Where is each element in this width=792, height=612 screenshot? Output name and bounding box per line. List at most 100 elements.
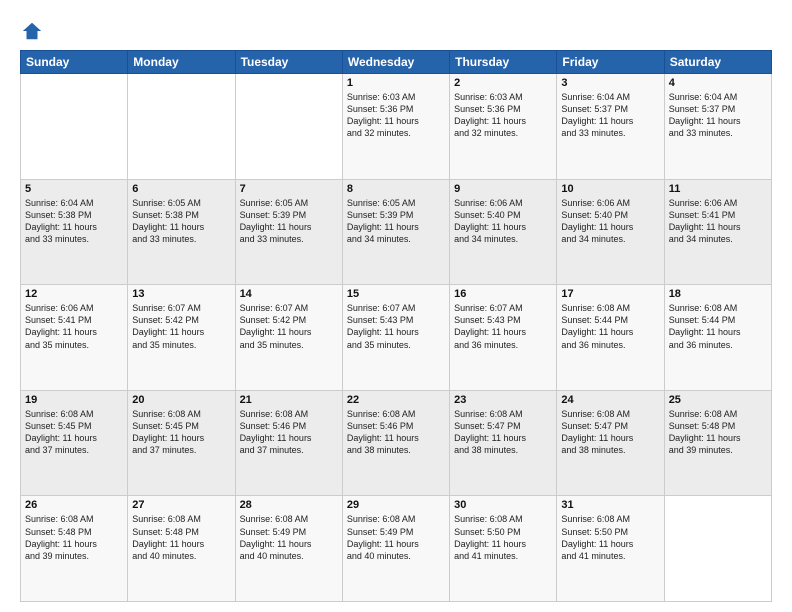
day-info: Sunrise: 6:05 AM Sunset: 5:38 PM Dayligh… — [132, 197, 230, 246]
day-info: Sunrise: 6:08 AM Sunset: 5:49 PM Dayligh… — [240, 513, 338, 562]
day-number: 14 — [240, 288, 338, 300]
calendar-day-cell: 12 Sunrise: 6:06 AM Sunset: 5:41 PM Dayli… — [21, 285, 128, 391]
calendar-day-cell — [664, 496, 771, 602]
day-number: 26 — [25, 499, 123, 511]
day-info: Sunrise: 6:03 AM Sunset: 5:36 PM Dayligh… — [347, 91, 445, 140]
calendar-day-cell: 16 Sunrise: 6:07 AM Sunset: 5:43 PM Dayli… — [450, 285, 557, 391]
calendar-day-cell — [128, 74, 235, 180]
day-number: 31 — [561, 499, 659, 511]
calendar-day-cell: 20 Sunrise: 6:08 AM Sunset: 5:45 PM Dayli… — [128, 390, 235, 496]
calendar-day-cell: 23 Sunrise: 6:08 AM Sunset: 5:47 PM Dayli… — [450, 390, 557, 496]
calendar-day-cell: 25 Sunrise: 6:08 AM Sunset: 5:48 PM Dayli… — [664, 390, 771, 496]
day-number: 17 — [561, 288, 659, 300]
calendar-day-cell: 2 Sunrise: 6:03 AM Sunset: 5:36 PM Daylig… — [450, 74, 557, 180]
calendar-day-cell: 30 Sunrise: 6:08 AM Sunset: 5:50 PM Dayli… — [450, 496, 557, 602]
calendar-day-cell: 27 Sunrise: 6:08 AM Sunset: 5:48 PM Dayli… — [128, 496, 235, 602]
calendar-day-cell: 21Sunrise: 6:08 AM Sunset: 5:46 PM Dayli… — [235, 390, 342, 496]
day-info: Sunrise: 6:06 AM Sunset: 5:40 PM Dayligh… — [454, 197, 552, 246]
calendar-day-cell: 29Sunrise: 6:08 AM Sunset: 5:49 PM Dayli… — [342, 496, 449, 602]
calendar-header-cell: Wednesday — [342, 51, 449, 74]
day-number: 8 — [347, 183, 445, 195]
day-info: Sunrise: 6:04 AM Sunset: 5:37 PM Dayligh… — [669, 91, 767, 140]
day-number: 15 — [347, 288, 445, 300]
day-info: Sunrise: 6:08 AM Sunset: 5:48 PM Dayligh… — [669, 408, 767, 457]
calendar-header-cell: Sunday — [21, 51, 128, 74]
calendar-header-cell: Tuesday — [235, 51, 342, 74]
day-number: 13 — [132, 288, 230, 300]
calendar-day-cell: 7 Sunrise: 6:05 AM Sunset: 5:39 PM Daylig… — [235, 179, 342, 285]
day-number: 12 — [25, 288, 123, 300]
day-number: 5 — [25, 183, 123, 195]
page: SundayMondayTuesdayWednesdayThursdayFrid… — [0, 0, 792, 612]
day-info: Sunrise: 6:07 AM Sunset: 5:42 PM Dayligh… — [240, 302, 338, 351]
calendar-day-cell: 9Sunrise: 6:06 AM Sunset: 5:40 PM Daylig… — [450, 179, 557, 285]
calendar-day-cell — [235, 74, 342, 180]
calendar-day-cell: 24Sunrise: 6:08 AM Sunset: 5:47 PM Dayli… — [557, 390, 664, 496]
day-info: Sunrise: 6:08 AM Sunset: 5:45 PM Dayligh… — [25, 408, 123, 457]
calendar-day-cell: 10Sunrise: 6:06 AM Sunset: 5:40 PM Dayli… — [557, 179, 664, 285]
day-number: 11 — [669, 183, 767, 195]
calendar-day-cell: 4 Sunrise: 6:04 AM Sunset: 5:37 PM Daylig… — [664, 74, 771, 180]
day-number: 20 — [132, 394, 230, 406]
calendar-day-cell: 28Sunrise: 6:08 AM Sunset: 5:49 PM Dayli… — [235, 496, 342, 602]
day-info: Sunrise: 6:08 AM Sunset: 5:50 PM Dayligh… — [561, 513, 659, 562]
calendar-table: SundayMondayTuesdayWednesdayThursdayFrid… — [20, 50, 772, 602]
day-number: 16 — [454, 288, 552, 300]
calendar-day-cell: 3 Sunrise: 6:04 AM Sunset: 5:37 PM Daylig… — [557, 74, 664, 180]
day-info: Sunrise: 6:08 AM Sunset: 5:47 PM Dayligh… — [454, 408, 552, 457]
day-info: Sunrise: 6:07 AM Sunset: 5:43 PM Dayligh… — [454, 302, 552, 351]
day-info: Sunrise: 6:04 AM Sunset: 5:37 PM Dayligh… — [561, 91, 659, 140]
day-info: Sunrise: 6:08 AM Sunset: 5:48 PM Dayligh… — [132, 513, 230, 562]
calendar-day-cell: 8 Sunrise: 6:05 AM Sunset: 5:39 PM Daylig… — [342, 179, 449, 285]
day-number: 30 — [454, 499, 552, 511]
calendar-week-row: 12 Sunrise: 6:06 AM Sunset: 5:41 PM Dayli… — [21, 285, 772, 391]
day-number: 25 — [669, 394, 767, 406]
day-number: 6 — [132, 183, 230, 195]
logo-icon — [21, 20, 43, 42]
day-number: 23 — [454, 394, 552, 406]
calendar-day-cell: 26 Sunrise: 6:08 AM Sunset: 5:48 PM Dayli… — [21, 496, 128, 602]
day-number: 3 — [561, 77, 659, 89]
day-info: Sunrise: 6:08 AM Sunset: 5:44 PM Dayligh… — [669, 302, 767, 351]
day-info: Sunrise: 6:04 AM Sunset: 5:38 PM Dayligh… — [25, 197, 123, 246]
calendar-day-cell: 15 Sunrise: 6:07 AM Sunset: 5:43 PM Dayli… — [342, 285, 449, 391]
day-number: 1 — [347, 77, 445, 89]
calendar-day-cell — [21, 74, 128, 180]
calendar-day-cell: 14 Sunrise: 6:07 AM Sunset: 5:42 PM Dayli… — [235, 285, 342, 391]
day-info: Sunrise: 6:08 AM Sunset: 5:45 PM Dayligh… — [132, 408, 230, 457]
day-number: 27 — [132, 499, 230, 511]
logo — [20, 20, 43, 42]
day-info: Sunrise: 6:08 AM Sunset: 5:49 PM Dayligh… — [347, 513, 445, 562]
calendar-week-row: 19 Sunrise: 6:08 AM Sunset: 5:45 PM Dayli… — [21, 390, 772, 496]
day-number: 19 — [25, 394, 123, 406]
day-info: Sunrise: 6:05 AM Sunset: 5:39 PM Dayligh… — [347, 197, 445, 246]
calendar-day-cell: 22Sunrise: 6:08 AM Sunset: 5:46 PM Dayli… — [342, 390, 449, 496]
day-info: Sunrise: 6:03 AM Sunset: 5:36 PM Dayligh… — [454, 91, 552, 140]
day-number: 18 — [669, 288, 767, 300]
calendar-header-cell: Saturday — [664, 51, 771, 74]
day-info: Sunrise: 6:05 AM Sunset: 5:39 PM Dayligh… — [240, 197, 338, 246]
day-info: Sunrise: 6:06 AM Sunset: 5:41 PM Dayligh… — [669, 197, 767, 246]
calendar-header-cell: Thursday — [450, 51, 557, 74]
calendar-day-cell: 19 Sunrise: 6:08 AM Sunset: 5:45 PM Dayli… — [21, 390, 128, 496]
day-info: Sunrise: 6:08 AM Sunset: 5:48 PM Dayligh… — [25, 513, 123, 562]
header — [20, 16, 772, 42]
calendar-day-cell: 13 Sunrise: 6:07 AM Sunset: 5:42 PM Dayli… — [128, 285, 235, 391]
calendar-day-cell: 17Sunrise: 6:08 AM Sunset: 5:44 PM Dayli… — [557, 285, 664, 391]
day-info: Sunrise: 6:06 AM Sunset: 5:40 PM Dayligh… — [561, 197, 659, 246]
day-info: Sunrise: 6:08 AM Sunset: 5:50 PM Dayligh… — [454, 513, 552, 562]
calendar-day-cell: 6 Sunrise: 6:05 AM Sunset: 5:38 PM Daylig… — [128, 179, 235, 285]
day-number: 4 — [669, 77, 767, 89]
day-number: 21 — [240, 394, 338, 406]
calendar-day-cell: 1 Sunrise: 6:03 AM Sunset: 5:36 PM Daylig… — [342, 74, 449, 180]
calendar-week-row: 5 Sunrise: 6:04 AM Sunset: 5:38 PM Daylig… — [21, 179, 772, 285]
calendar-day-cell: 5 Sunrise: 6:04 AM Sunset: 5:38 PM Daylig… — [21, 179, 128, 285]
day-info: Sunrise: 6:07 AM Sunset: 5:42 PM Dayligh… — [132, 302, 230, 351]
day-number: 2 — [454, 77, 552, 89]
day-info: Sunrise: 6:06 AM Sunset: 5:41 PM Dayligh… — [25, 302, 123, 351]
day-info: Sunrise: 6:07 AM Sunset: 5:43 PM Dayligh… — [347, 302, 445, 351]
day-number: 7 — [240, 183, 338, 195]
calendar-week-row: 26 Sunrise: 6:08 AM Sunset: 5:48 PM Dayli… — [21, 496, 772, 602]
calendar-day-cell: 11 Sunrise: 6:06 AM Sunset: 5:41 PM Dayli… — [664, 179, 771, 285]
calendar-header-cell: Friday — [557, 51, 664, 74]
